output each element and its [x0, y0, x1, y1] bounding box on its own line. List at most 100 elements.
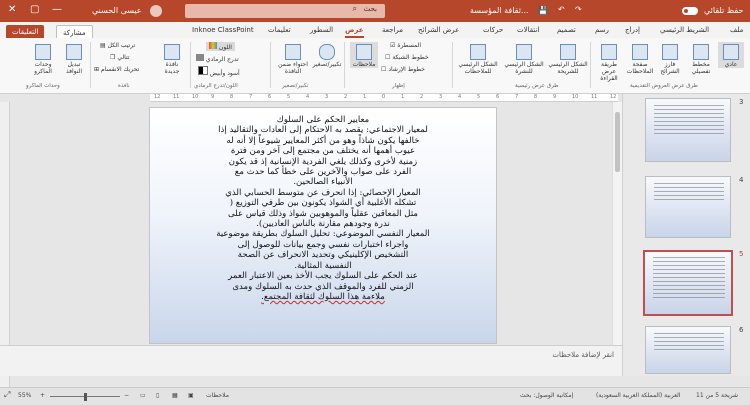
tab-review[interactable]: مراجعة	[382, 22, 403, 38]
slide-master-icon	[560, 44, 576, 60]
ruler-tick: 6	[496, 94, 500, 100]
horizontal-ruler[interactable]: 12 11 10 9 8 7 6 5 4 3 2 1 0 1 2 3 4 5 6 7 8 9 10 11 12	[150, 94, 618, 102]
normal-icon[interactable]: ▣	[188, 392, 194, 399]
thumb-text-line	[654, 129, 724, 130]
notes-master-button[interactable]: الشكل الرئيسي للملاحظات	[456, 42, 500, 75]
fit-to-window-button[interactable]: احتواء ضمن النافذة	[276, 42, 310, 75]
avatar[interactable]	[150, 5, 162, 17]
zoom-out-icon[interactable]: −	[124, 392, 129, 399]
thumb-text-line	[653, 293, 725, 294]
tab-view[interactable]: عرض	[345, 22, 364, 38]
grayscale-option[interactable]: تدرج الرمادي	[196, 54, 239, 63]
undo-icon[interactable]: ↶	[558, 5, 565, 14]
slide-line: لمعيار الاجتماعي: يقصد به الاحتكام إلى ا…	[218, 125, 428, 136]
redo-icon[interactable]: ↷	[575, 5, 582, 14]
slide-line: زمنية لأخرى وكذلك يلغي الفردية الإنسانية…	[228, 156, 418, 167]
guides-checkbox[interactable]: خطوط الإرشاد ☐	[381, 66, 425, 73]
move-split-button[interactable]: تحريك الانقسام ⊞	[94, 66, 139, 73]
tab-classpoint[interactable]: Inknoe ClassPoint	[192, 22, 254, 38]
vertical-scrollbar[interactable]	[612, 102, 622, 345]
slide-thumbnail-3[interactable]	[645, 98, 731, 162]
ruler-tick: 2	[420, 94, 424, 100]
tab-home[interactable]: الشريط الرئيسي	[660, 22, 709, 38]
color-option[interactable]: اللون	[206, 42, 235, 51]
tab-draw[interactable]: رسم	[595, 22, 609, 38]
slide-count: شريحة 5 من 11	[696, 392, 739, 399]
outline-view-button[interactable]: مخطط تفصيلي	[686, 42, 716, 75]
slide-line: الأنبياء الصالحين.	[293, 177, 353, 188]
tab-file[interactable]: ملف	[730, 22, 743, 38]
grayscale-label: تدرج الرمادي	[205, 56, 239, 63]
slide-thumbnail-4[interactable]	[645, 176, 731, 238]
new-window-button[interactable]: نافذة جديدة	[158, 42, 186, 75]
thumb-text-line	[653, 261, 725, 262]
arrange-icon: ▤	[100, 42, 106, 49]
tab-lines[interactable]: السطور	[310, 22, 333, 38]
slide-thumbnail-6[interactable]	[645, 326, 731, 374]
normal-view-button[interactable]: عادي	[718, 42, 744, 68]
slide-thumbnail-5[interactable]	[643, 250, 733, 316]
gridlines-checkbox[interactable]: خطوط الشبكة ☐	[385, 54, 429, 61]
black-white-option[interactable]: أسود وأبيض	[198, 66, 240, 77]
handout-master-button[interactable]: الشكل الرئيسي للنشرة	[502, 42, 546, 75]
button-label: عادي	[724, 61, 738, 68]
slide-text-box[interactable]: معايير الحكم على السلوك لمعيار الاجتماعي…	[164, 115, 482, 303]
ruler-checkbox[interactable]: المسطرة ☑	[390, 42, 421, 49]
scrollbar-thumb[interactable]	[615, 112, 620, 172]
arrange-all-button[interactable]: ترتيب الكل ▤	[100, 42, 135, 49]
reading-view-button[interactable]: طريقة عرض القراءة	[594, 42, 624, 82]
notes-status-button[interactable]: ملاحظات	[206, 392, 229, 399]
slide-sorter-button[interactable]: فارز الشرائح	[656, 42, 684, 75]
switch-windows-button[interactable]: تبديل النوافذ	[60, 42, 88, 75]
ruler-tick: 4	[458, 94, 462, 100]
slide-sorter-icon	[662, 44, 678, 60]
slide-canvas[interactable]: معايير الحكم على السلوك لمعيار الاجتماعي…	[150, 108, 496, 343]
fit-slide-icon[interactable]: ⤢	[4, 390, 10, 400]
zoom-level[interactable]: 55%	[18, 392, 31, 399]
ruler-tick: 4	[306, 94, 310, 100]
checkbox-icon: ☐	[385, 54, 391, 61]
tab-help[interactable]: تعليمات	[268, 22, 291, 38]
thumb-text-line	[654, 191, 724, 192]
group-label-presentation-views: طرق عرض العروض التقديمية	[630, 83, 698, 89]
user-name[interactable]: عيسى الحسني	[92, 0, 142, 22]
group-label-color: اللون/تدرج الرمادي	[194, 83, 238, 89]
macros-button[interactable]: وحدات الماكرو	[28, 42, 58, 75]
file-title: ثقافة المؤسسة...	[470, 6, 529, 15]
search-box[interactable]: بحث ⌕	[185, 4, 385, 18]
zoom-in-icon[interactable]: +	[40, 392, 45, 399]
sorter-icon[interactable]: ▦	[172, 392, 178, 399]
tab-design[interactable]: تصميم	[557, 22, 576, 38]
thumbnail-number: 4	[739, 176, 744, 184]
slide-master-button[interactable]: الشكل الرئيسي للشريحة	[548, 42, 588, 75]
zoom-slider-handle[interactable]	[84, 393, 87, 401]
tab-insert[interactable]: إدراج	[625, 22, 640, 38]
slide-line: عيوب أهمها أنه يختلف من مجتمع إلى آخر وم…	[230, 146, 416, 157]
ruler-tick: 10	[572, 94, 579, 100]
outline-icon	[693, 44, 709, 60]
accessibility-status[interactable]: إمكانية الوصول: بحث	[520, 392, 573, 399]
button-label: الشكل الرئيسي للنشرة	[504, 61, 544, 75]
tab-animations[interactable]: حركات	[483, 22, 503, 38]
close-icon[interactable]: ✕	[8, 4, 16, 15]
notes-pane[interactable]: انقر لإضافة ملاحظات	[0, 345, 622, 376]
divider	[90, 42, 91, 88]
save-icon[interactable]: 💾	[538, 6, 548, 15]
ruler-tick: 8	[230, 94, 234, 100]
tab-transitions[interactable]: انتقالات	[517, 22, 539, 38]
notes-toggle-button[interactable]: ملاحظات	[350, 42, 378, 68]
maximize-icon[interactable]: ▢	[30, 4, 39, 15]
autosave-toggle[interactable]	[682, 7, 698, 15]
language-status[interactable]: العربية (المملكة العربية السعودية)	[596, 392, 681, 399]
reading-view-icon[interactable]: ▯	[156, 392, 159, 399]
ruler-tick: 11	[591, 94, 598, 100]
tab-slideshow[interactable]: عرض الشرائح	[418, 22, 459, 38]
minimize-icon[interactable]: —	[52, 4, 62, 15]
notes-master-icon	[470, 44, 486, 60]
cascade-button[interactable]: تتالي ❐	[110, 54, 129, 61]
thumb-text-line	[653, 257, 725, 258]
zoom-button[interactable]: تكبير/تصغير	[312, 42, 342, 68]
slideshow-icon[interactable]: ▭	[140, 392, 146, 399]
notes-page-button[interactable]: صفحة الملاحظات	[626, 42, 654, 75]
ruler-tick: 7	[249, 94, 253, 100]
